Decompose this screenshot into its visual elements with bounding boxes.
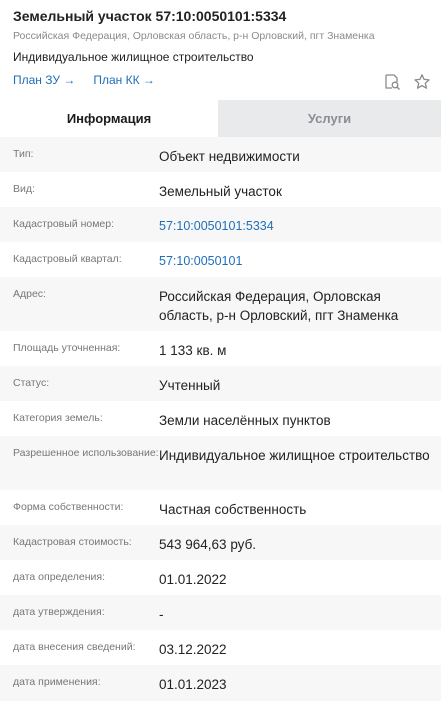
row-label: Тип:: [13, 148, 34, 160]
row-value: 01.01.2023: [159, 677, 227, 692]
row-value: 01.01.2022: [159, 572, 227, 587]
table-row: Форма собственности: Частная собственнос…: [0, 490, 441, 525]
row-value: 03.12.2022: [159, 642, 227, 657]
row-value: Земли населённых пунктов: [159, 413, 331, 428]
row-value: Российская Федерация, Орловская область,…: [159, 289, 399, 323]
table-row: Вид: Земельный участок: [0, 172, 441, 207]
page-title: Земельный участок 57:10:0050101:5334: [13, 8, 287, 24]
row-value: Земельный участок: [159, 184, 282, 199]
search-document-icon[interactable]: [383, 73, 401, 91]
cadastral-quarter-link[interactable]: 57:10:0050101: [159, 242, 441, 271]
tab-bar: Информация Услуги: [0, 100, 441, 137]
row-label: дата определения:: [13, 571, 106, 583]
table-row: Категория земель: Земли населённых пункт…: [0, 401, 441, 436]
tab-services[interactable]: Услуги: [218, 100, 441, 137]
plan-links: План ЗУ → План КК →: [13, 72, 429, 88]
table-row: дата определения: 01.01.2022: [0, 560, 441, 595]
row-label: дата внесения сведений:: [13, 641, 136, 653]
row-label: Категория земель:: [13, 412, 103, 424]
table-row: дата утверждения: -: [0, 595, 441, 630]
table-row: Кадастровый номер: 57:10:0050101:5334: [0, 207, 441, 242]
table-row: Площадь уточненная: 1 133 кв. м: [0, 331, 441, 366]
row-label: Вид:: [13, 183, 35, 195]
row-value: -: [159, 607, 164, 622]
row-label: Кадастровая стоимость:: [13, 536, 132, 548]
object-header: Земельный участок 57:10:0050101:5334 Рос…: [0, 0, 441, 100]
row-label: Разрешенное использование:: [13, 447, 159, 459]
table-row: дата внесения сведений: 03.12.2022: [0, 630, 441, 665]
object-purpose: Индивидуальное жилищное строительство: [13, 50, 254, 64]
row-label: Адрес:: [13, 288, 46, 300]
table-row: Адрес: Российская Федерация, Орловская о…: [0, 277, 441, 331]
row-label: Кадастровый номер:: [13, 218, 115, 230]
plan-kk-link[interactable]: План КК →: [93, 72, 155, 88]
row-label: Кадастровый квартал:: [13, 253, 122, 265]
header-actions: [383, 73, 431, 91]
table-row: Кадастровая стоимость: 543 964,63 руб.: [0, 525, 441, 560]
row-label: Статус:: [13, 377, 50, 389]
star-icon[interactable]: [413, 73, 431, 91]
row-value: 543 964,63 руб.: [159, 537, 257, 552]
row-value: Объект недвижимости: [159, 149, 300, 164]
properties-table: Тип: Объект недвижимости Вид: Земельный …: [0, 137, 441, 701]
row-value: Индивидуальное жилищное строительство: [159, 448, 430, 463]
table-row: Статус: Учтенный: [0, 366, 441, 401]
object-address-subtitle: Российская Федерация, Орловская область,…: [13, 30, 375, 42]
table-row: Разрешенное использование: Индивидуально…: [0, 436, 441, 490]
row-label: Форма собственности:: [13, 501, 124, 513]
row-label: Площадь уточненная:: [13, 342, 121, 354]
plan-zu-link[interactable]: План ЗУ →: [13, 72, 75, 88]
table-row: Тип: Объект недвижимости: [0, 137, 441, 172]
row-label: дата применения:: [13, 676, 101, 688]
cadastral-number-link[interactable]: 57:10:0050101:5334: [159, 207, 441, 236]
row-label: дата утверждения:: [13, 606, 105, 618]
row-value: Учтенный: [159, 378, 221, 393]
table-row: Кадастровый квартал: 57:10:0050101: [0, 242, 441, 277]
table-row: дата применения: 01.01.2023: [0, 665, 441, 701]
row-value: Частная собственность: [159, 502, 307, 517]
tab-information[interactable]: Информация: [0, 100, 218, 137]
row-value: 1 133 кв. м: [159, 343, 227, 358]
